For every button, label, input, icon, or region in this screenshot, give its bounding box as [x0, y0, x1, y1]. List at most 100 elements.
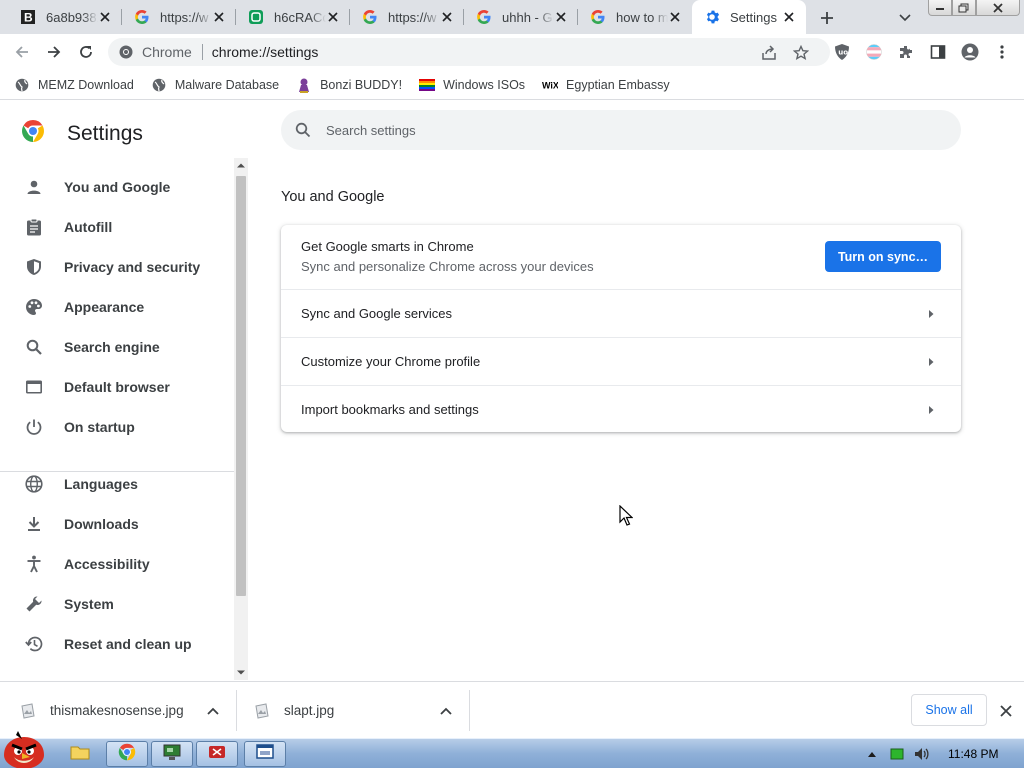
scrollbar-thumb[interactable]	[236, 176, 246, 596]
browser-icon	[24, 377, 44, 397]
row-import-bookmarks[interactable]: Import bookmarks and settings	[281, 385, 961, 433]
download-item-thismakesnosense[interactable]: thismakesnosense.jpg	[20, 682, 235, 739]
sidebar-scrollbar[interactable]	[234, 158, 248, 680]
sidebar-item-accessibility[interactable]: Accessibility	[0, 544, 234, 584]
close-icon[interactable]	[782, 10, 796, 24]
download-item-slapt[interactable]: slapt.jpg	[254, 682, 468, 739]
reload-icon[interactable]	[76, 42, 96, 62]
battery-icon[interactable]	[889, 746, 905, 762]
close-icon[interactable]	[554, 10, 568, 24]
close-icon[interactable]	[98, 10, 112, 24]
search-icon	[24, 337, 44, 357]
volume-icon[interactable]	[914, 746, 930, 762]
sidebar-item-reset-and-clean-up[interactable]: Reset and clean up	[0, 624, 234, 664]
omnibox[interactable]: Chrome chrome://settings	[108, 38, 830, 66]
shield-icon	[24, 257, 44, 277]
tab-https-2[interactable]: https://w	[350, 0, 464, 34]
turn-on-sync-button[interactable]: Turn on sync…	[825, 241, 941, 272]
sidebar-item-default-browser[interactable]: Default browser	[0, 367, 234, 407]
sidebar-item-privacy-and-security[interactable]: Privacy and security	[0, 247, 234, 287]
close-icon[interactable]	[212, 10, 226, 24]
show-all-downloads-button[interactable]: Show all	[911, 694, 987, 726]
back-arrow-icon[interactable]	[12, 42, 32, 62]
trans-flag-extension-icon[interactable]	[865, 43, 883, 61]
tab-search-chevron-icon[interactable]	[895, 8, 915, 28]
sync-promo-subtitle: Sync and personalize Chrome across your …	[301, 259, 594, 274]
taskbar-app-button-2[interactable]	[196, 741, 238, 767]
kebab-menu-icon[interactable]	[993, 43, 1011, 61]
taskbar-clock[interactable]: 11:48 PM	[948, 747, 998, 761]
folder-icon	[70, 744, 90, 765]
sidebar-item-label: Autofill	[64, 219, 113, 235]
sidebar-item-system[interactable]: System	[0, 584, 234, 624]
scroll-up-arrow-icon[interactable]	[234, 158, 248, 172]
scroll-down-arrow-icon[interactable]	[234, 666, 248, 680]
close-icon[interactable]	[326, 10, 340, 24]
window-close-button[interactable]	[976, 0, 1020, 16]
row-customize-chrome-profile[interactable]: Customize your Chrome profile	[281, 337, 961, 385]
side-panel-icon[interactable]	[929, 43, 947, 61]
download-shelf: thismakesnosense.jpg slapt.jpg Show all	[0, 681, 1024, 738]
sidebar-item-languages[interactable]: Languages	[0, 464, 234, 504]
bookmark-label: Malware Database	[174, 77, 280, 92]
ublock-shield-icon[interactable]: uo	[833, 43, 851, 61]
restore-button[interactable]	[952, 0, 976, 16]
tray-expand-icon[interactable]	[864, 746, 880, 762]
taskbar-explorer-button[interactable]	[60, 741, 100, 767]
bookmark-egyptian-embassy[interactable]: WiX Egyptian Embassy	[542, 77, 670, 93]
google-g-icon	[362, 9, 378, 25]
row-label: Customize your Chrome profile	[301, 354, 481, 369]
omnibox-url[interactable]: chrome://settings	[212, 44, 319, 60]
tab-h6cracc[interactable]: h6cRACc	[236, 0, 350, 34]
sidebar-item-autofill[interactable]: Autofill	[0, 207, 234, 247]
row-sync-and-google-services[interactable]: Sync and Google services	[281, 289, 961, 337]
section-title: You and Google	[281, 189, 385, 205]
bookmark-star-icon[interactable]	[792, 44, 810, 62]
close-icon[interactable]	[668, 10, 682, 24]
taskbar-chrome-button[interactable]	[106, 741, 148, 767]
bookmark-memz-download[interactable]: MEMZ Download	[14, 77, 134, 93]
chevron-up-icon[interactable]	[206, 704, 220, 718]
forward-arrow-icon[interactable]	[44, 42, 64, 62]
close-icon[interactable]	[440, 10, 454, 24]
bookmark-windows-isos[interactable]: Windows ISOs	[419, 77, 525, 93]
chevron-up-icon[interactable]	[439, 704, 453, 718]
close-icon[interactable]	[998, 703, 1014, 719]
arrow-right-icon	[927, 356, 935, 368]
bookmark-malware-database[interactable]: Malware Database	[151, 77, 279, 93]
search-settings-input[interactable]: Search settings	[281, 110, 961, 150]
tab-uhhh[interactable]: uhhh - Go	[464, 0, 578, 34]
profile-avatar-icon[interactable]	[961, 43, 979, 61]
sidebar-item-search-engine[interactable]: Search engine	[0, 327, 234, 367]
tab-settings[interactable]: Settings	[692, 0, 806, 34]
angry-bird-start-icon[interactable]	[0, 729, 48, 768]
sidebar-item-on-startup[interactable]: On startup	[0, 407, 234, 447]
sidebar-item-downloads[interactable]: Downloads	[0, 504, 234, 544]
taskbar-app-button-1[interactable]	[151, 741, 193, 767]
bookmark-label: MEMZ Download	[38, 77, 134, 92]
puzzle-extensions-icon[interactable]	[897, 43, 915, 61]
power-icon	[24, 417, 44, 437]
chrome-logo-icon	[118, 743, 136, 766]
share-icon[interactable]	[760, 44, 778, 62]
download-filename: thismakesnosense.jpg	[50, 703, 184, 718]
taskbar-app-button-3[interactable]	[244, 741, 286, 767]
tab-strip: B 6a8b9382 https://w h6cRACc https://w	[0, 0, 1024, 34]
svg-text:B: B	[24, 11, 33, 25]
sidebar-item-you-and-google[interactable]: You and Google	[0, 167, 234, 207]
tab-6a8b9382[interactable]: B 6a8b9382	[8, 0, 122, 34]
tab-https-1[interactable]: https://w	[122, 0, 236, 34]
sidebar-item-appearance[interactable]: Appearance	[0, 287, 234, 327]
new-tab-button[interactable]	[816, 7, 838, 29]
person-icon	[24, 177, 44, 197]
tab-how-to[interactable]: how to m	[578, 0, 692, 34]
bookmark-label: Windows ISOs	[443, 77, 526, 92]
bookmark-bonzi-buddy[interactable]: Bonzi BUDDY!	[296, 77, 402, 93]
minimize-button[interactable]	[928, 0, 952, 16]
svg-text:WiX: WiX	[542, 80, 558, 90]
tab-title: https://w	[160, 9, 209, 25]
omnibox-site-chip: Chrome	[142, 44, 192, 60]
sidebar-item-label: Search engine	[64, 339, 160, 355]
row-label: Sync and Google services	[301, 306, 453, 321]
svg-text:uo: uo	[838, 49, 848, 57]
